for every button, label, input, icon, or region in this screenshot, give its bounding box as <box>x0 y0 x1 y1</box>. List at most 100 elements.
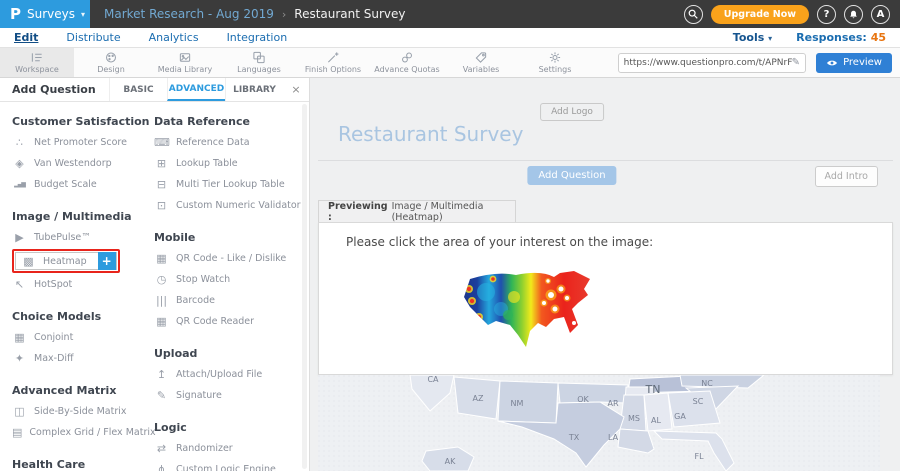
question-type-qr-code-reader[interactable]: ▦ QR Code Reader <box>154 311 304 332</box>
qr-code-icon: ▦ <box>154 253 169 264</box>
tools-label: Tools <box>733 31 764 44</box>
toolbar-item-design[interactable]: Design <box>74 48 148 77</box>
previewing-prefix: Previewing : <box>328 201 388 223</box>
survey-url-input[interactable] <box>624 58 792 68</box>
question-type-label: Randomizer <box>176 443 233 454</box>
question-type-stop-watch[interactable]: ◷ Stop Watch <box>154 269 304 290</box>
translate-icon <box>252 51 266 64</box>
surveys-product-menu[interactable]: P Surveys ▾ <box>0 0 90 28</box>
eye-icon <box>826 58 838 68</box>
toolbar-item-media-library[interactable]: Media Library <box>148 48 222 77</box>
state-label: FL <box>694 452 704 461</box>
add-intro-button[interactable]: Add Intro <box>815 166 878 187</box>
heatmap-usa-image[interactable] <box>456 267 606 362</box>
section-heading: Image / Multimedia <box>12 205 154 223</box>
question-type-lookup-table[interactable]: ⊞ Lookup Table <box>154 153 304 174</box>
add-question-button[interactable]: Add Question <box>527 166 616 185</box>
image-icon <box>178 51 192 64</box>
plus-icon: + <box>102 254 112 268</box>
toolbar-item-advance-quotas[interactable]: Advance Quotas <box>370 48 444 77</box>
tab-basic[interactable]: BASIC <box>109 78 167 101</box>
state-label: TN <box>645 383 661 396</box>
close-panel-button[interactable]: × <box>283 78 309 101</box>
question-type-custom-logic-engine[interactable]: ⋔ Custom Logic Engine <box>154 459 304 471</box>
question-type-side-by-side-matrix[interactable]: ◫ Side-By-Side Matrix <box>12 401 154 422</box>
question-type-conjoint[interactable]: ▦ Conjoint <box>12 327 154 348</box>
section-mobile: Mobile ▦ QR Code - Like / Dislike ◷ Stop… <box>154 226 304 332</box>
state-label: AZ <box>473 394 484 403</box>
section-heading: Logic <box>154 416 304 434</box>
panel-scrollbar[interactable] <box>302 104 307 469</box>
responses-label: Responses: <box>796 31 867 44</box>
preview-button[interactable]: Preview <box>816 53 892 73</box>
tools-dropdown[interactable]: Tools ▾ <box>733 31 772 44</box>
question-type-tubepulse[interactable]: ▶ TubePulse™ <box>12 227 154 248</box>
question-type-complex-grid[interactable]: ▤ Complex Grid / Flex Matrix <box>12 422 154 443</box>
question-type-label: Complex Grid / Flex Matrix <box>29 427 155 438</box>
question-type-budget-scale[interactable]: ▂▄▆ Budget Scale <box>12 174 154 195</box>
matrix-grid-icon: ▤ <box>12 427 22 438</box>
breadcrumb-parent-link[interactable]: Market Research - Aug 2019 <box>104 7 274 21</box>
survey-title[interactable]: Restaurant Survey <box>338 122 523 146</box>
question-type-max-diff[interactable]: ✦ Max-Diff <box>12 348 154 369</box>
question-type-reference-data[interactable]: ⌨ Reference Data <box>154 132 304 153</box>
add-logo-button[interactable]: Add Logo <box>540 103 604 121</box>
toolbar-item-label: Media Library <box>158 65 213 74</box>
nav-tab-analytics[interactable]: Analytics <box>149 31 199 44</box>
header-divider <box>318 160 893 161</box>
toolbar-item-languages[interactable]: Languages <box>222 48 296 77</box>
question-type-signature[interactable]: ✎ Signature <box>154 385 304 406</box>
question-type-barcode[interactable]: ||| Barcode <box>154 290 304 311</box>
question-type-hotspot[interactable]: ↖ HotSpot <box>12 274 154 295</box>
question-type-attach-upload-file[interactable]: ↥ Attach/Upload File <box>154 364 304 385</box>
search-button[interactable] <box>684 5 703 24</box>
section-advanced-matrix: Advanced Matrix ◫ Side-By-Side Matrix ▤ … <box>12 379 154 443</box>
magic-wand-icon <box>326 51 340 64</box>
toolbar-item-workspace[interactable]: Workspace <box>0 48 74 77</box>
question-type-heatmap[interactable]: ▩ Heatmap + <box>15 252 117 270</box>
breadcrumb-separator: › <box>282 8 286 21</box>
toolbar-item-variables[interactable]: Variables <box>444 48 518 77</box>
toolbar-item-finish-options[interactable]: Finish Options <box>296 48 370 77</box>
chain-links-icon <box>400 51 414 64</box>
notifications-button[interactable] <box>844 5 863 24</box>
section-customer-satisfaction: Customer Satisfaction ∴ Net Promoter Sco… <box>12 110 154 195</box>
question-type-label: Barcode <box>176 295 215 306</box>
edit-url-icon[interactable]: ✎ <box>792 57 800 68</box>
toolbar-item-label: Design <box>97 65 125 74</box>
question-type-label: Conjoint <box>34 332 73 343</box>
tab-advanced[interactable]: ADVANCED <box>167 78 225 101</box>
heatmap-image-icon: ▩ <box>21 256 36 267</box>
tab-library[interactable]: LIBRARY <box>225 78 283 101</box>
question-type-randomizer[interactable]: ⇄ Randomizer <box>154 438 304 459</box>
breadcrumb: Market Research - Aug 2019 › Restaurant … <box>104 7 406 21</box>
question-type-qr-like-dislike[interactable]: ▦ QR Code - Like / Dislike <box>154 248 304 269</box>
help-button[interactable]: ? <box>817 5 836 24</box>
toolbar-item-settings[interactable]: Settings <box>518 48 592 77</box>
workspace-icon <box>30 51 44 64</box>
question-type-custom-numeric-validator[interactable]: ⊡ Custom Numeric Validator <box>154 195 304 216</box>
question-type-net-promoter-score[interactable]: ∴ Net Promoter Score <box>12 132 154 153</box>
signature-pen-icon: ✎ <box>154 390 169 401</box>
state-label: SC <box>693 397 704 406</box>
question-prompt: Please click the area of your interest o… <box>346 235 653 249</box>
toolbar-item-label: Advance Quotas <box>374 65 439 74</box>
nav-tab-integration[interactable]: Integration <box>227 31 288 44</box>
upgrade-now-button[interactable]: Upgrade Now <box>711 5 809 24</box>
add-heatmap-button[interactable]: + <box>98 252 116 270</box>
nav-tab-edit[interactable]: Edit <box>14 31 38 44</box>
question-type-van-westendorp[interactable]: ◈ Van Westendorp <box>12 153 154 174</box>
responses-counter[interactable]: Responses: 45 <box>796 31 886 44</box>
account-avatar[interactable]: A <box>871 5 890 24</box>
preview-label: Preview <box>843 57 882 68</box>
question-type-label: Signature <box>176 390 222 401</box>
cursor-icon: ↖ <box>12 279 27 290</box>
question-type-label: Multi Tier Lookup Table <box>176 179 285 190</box>
survey-canvas: Add Logo Restaurant Survey Add Question … <box>310 78 900 471</box>
state-label: TX <box>568 433 580 442</box>
section-upload: Upload ↥ Attach/Upload File ✎ Signature <box>154 342 304 406</box>
question-type-multi-tier-lookup[interactable]: ⊟ Multi Tier Lookup Table <box>154 174 304 195</box>
wand-icon: ✦ <box>12 353 27 364</box>
nav-tab-distribute[interactable]: Distribute <box>66 31 120 44</box>
section-health-care: Health Care ▣ Homunculus Question <box>12 453 154 471</box>
